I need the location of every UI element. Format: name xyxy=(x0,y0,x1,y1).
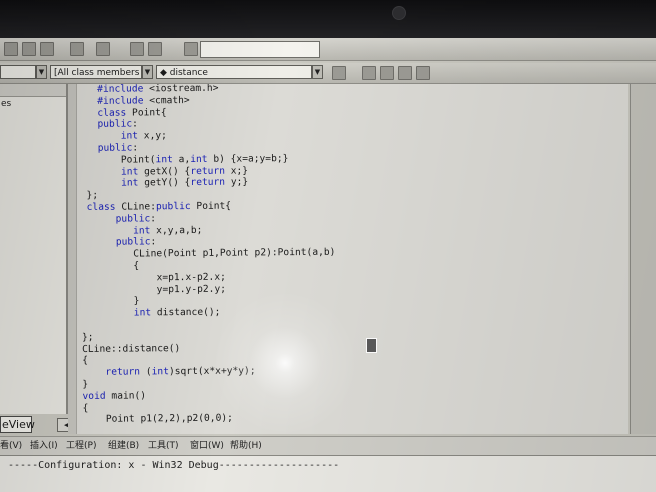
code-line[interactable]: { xyxy=(77,402,89,413)
menu-item-insert[interactable]: 插入(I) xyxy=(30,437,58,455)
workspace-pane-header xyxy=(0,84,66,97)
stop-icon[interactable] xyxy=(398,66,412,80)
menu-item-tools[interactable]: 工具(T) xyxy=(148,437,179,455)
compile-icon[interactable] xyxy=(380,66,394,80)
wizard-bar: ▼ [All class members ▼ ◆ distance ▼ xyxy=(0,63,656,84)
code-line[interactable]: void main() xyxy=(77,390,146,402)
code-line[interactable]: CLine(Point p1,Point p2):Point(a,b) xyxy=(75,247,335,260)
code-line[interactable]: y=p1.y-p2.y; xyxy=(76,283,226,295)
build-icon[interactable] xyxy=(362,66,376,80)
build-output-line: -----Configuration: x - Win32 Debug-----… xyxy=(8,460,340,471)
code-line[interactable]: } xyxy=(76,296,140,308)
monitor-bezel xyxy=(0,0,656,40)
chevron-down-icon[interactable]: ▼ xyxy=(142,65,153,79)
wizard-action-icon[interactable] xyxy=(332,66,346,80)
menu-item-build[interactable]: 组建(B) xyxy=(108,437,139,455)
standard-toolbar xyxy=(0,38,656,61)
code-line[interactable]: int getY() {return y;} xyxy=(75,177,248,190)
code-line[interactable]: public: xyxy=(75,142,139,154)
menu-item-window[interactable]: 窗口(W) xyxy=(190,437,224,455)
code-line[interactable]: public: xyxy=(75,237,157,249)
code-line[interactable]: }; xyxy=(75,190,98,201)
code-line[interactable]: { xyxy=(76,355,88,366)
cut-icon[interactable] xyxy=(4,42,18,56)
paste-icon[interactable] xyxy=(40,42,54,56)
code-line[interactable]: Point p1(2,2),p2(0,0); xyxy=(77,413,233,425)
run-icon[interactable] xyxy=(416,66,430,80)
code-editor[interactable]: #include <iostream.h> #include <cmath> c… xyxy=(68,84,628,434)
menu-item-project[interactable]: 工程(P) xyxy=(66,437,96,455)
code-line[interactable]: } xyxy=(77,379,88,390)
code-line[interactable]: int x,y,a,b; xyxy=(75,224,202,236)
chevron-down-icon[interactable]: ▼ xyxy=(36,65,47,79)
chevron-down-icon[interactable]: ▼ xyxy=(312,65,323,79)
scope-combo[interactable] xyxy=(0,65,36,79)
binoculars-icon[interactable] xyxy=(184,42,198,56)
find-icon[interactable] xyxy=(148,42,162,56)
menu-bar: 看(V) 插入(I) 工程(P) 组建(B) 工具(T) 窗口(W) 帮助(H) xyxy=(0,436,656,455)
class-members-combo[interactable]: [All class members xyxy=(50,65,142,79)
webcam-icon xyxy=(392,6,406,20)
window-icon[interactable] xyxy=(130,42,144,56)
code-text[interactable]: #include <iostream.h> #include <cmath> c… xyxy=(74,84,337,426)
find-combo[interactable] xyxy=(200,41,320,58)
workspace-tree-label[interactable]: es xyxy=(0,99,66,109)
code-line[interactable]: { xyxy=(76,260,139,272)
editor-scrollbar[interactable] xyxy=(630,84,656,434)
copy-icon[interactable] xyxy=(22,42,36,56)
code-line[interactable]: CLine::distance() xyxy=(76,343,180,355)
code-line[interactable]: int getX() {return x;} xyxy=(75,165,248,178)
code-line[interactable]: x=p1.x-p2.x; xyxy=(76,271,226,283)
output-pane: -----Configuration: x - Win32 Debug-----… xyxy=(0,455,656,492)
menu-item-view[interactable]: 看(V) xyxy=(0,437,22,455)
member-combo[interactable]: ◆ distance xyxy=(156,65,312,79)
code-line[interactable]: public: xyxy=(75,213,157,225)
code-line[interactable]: public: xyxy=(74,119,138,131)
code-line[interactable]: class Point{ xyxy=(74,107,166,119)
code-line[interactable]: #include <cmath> xyxy=(74,95,190,107)
mouse-cursor-icon xyxy=(366,338,377,353)
redo-icon[interactable] xyxy=(96,42,110,56)
code-line[interactable]: class CLine:public Point{ xyxy=(75,201,232,213)
code-line[interactable]: #include <iostream.h> xyxy=(74,84,218,95)
tab-fileview[interactable]: eView xyxy=(0,416,35,433)
undo-icon[interactable] xyxy=(70,42,84,56)
code-line[interactable]: Point(int a,int b) {x=a;y=b;} xyxy=(75,153,289,166)
code-line[interactable]: return (int)sqrt(x*x+y*y); xyxy=(76,366,255,379)
code-line[interactable]: }; xyxy=(76,332,94,343)
workspace-pane: es xyxy=(0,84,68,414)
menu-item-help[interactable]: 帮助(H) xyxy=(230,437,262,455)
ide-window: ▼ [All class members ▼ ◆ distance ▼ es e… xyxy=(0,38,656,492)
code-line[interactable]: int x,y; xyxy=(74,130,167,142)
code-line[interactable]: int distance(); xyxy=(76,307,221,319)
